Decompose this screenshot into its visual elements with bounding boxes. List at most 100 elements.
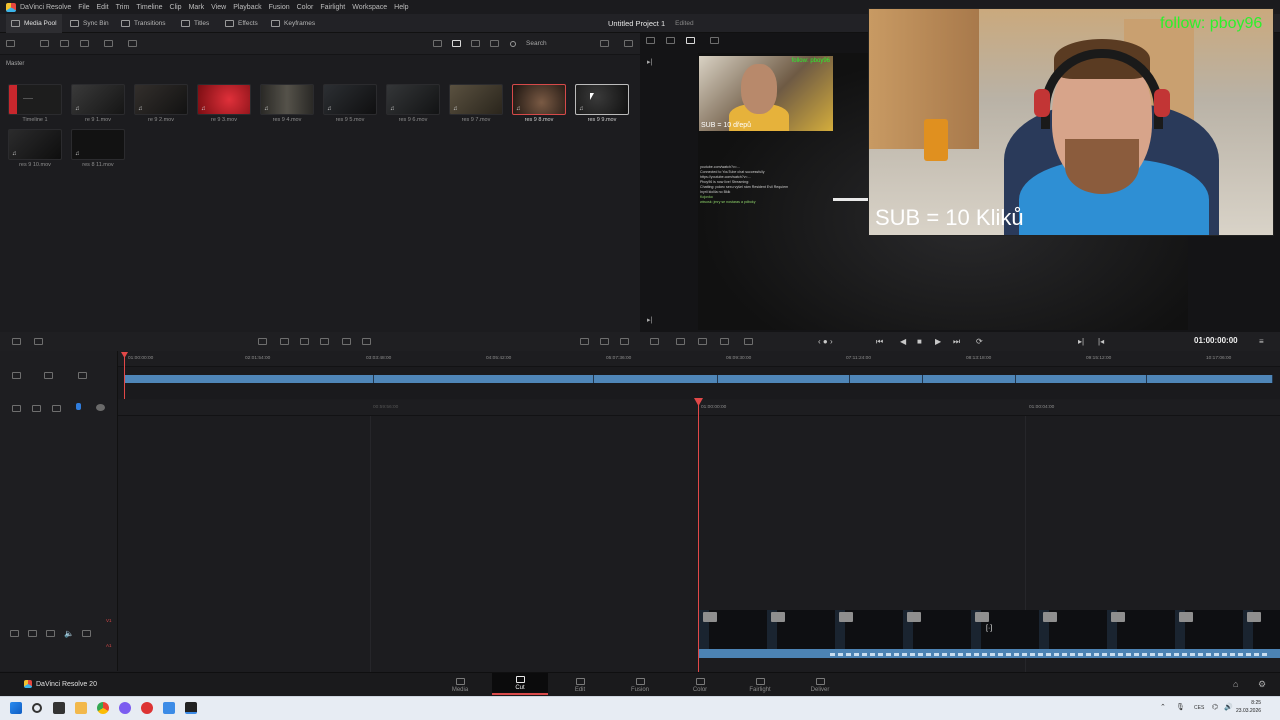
menu-fusion[interactable]: Fusion: [269, 4, 290, 11]
sort-icon[interactable]: [600, 40, 609, 47]
out-point-icon[interactable]: |◂: [1098, 337, 1104, 346]
keyframes-button[interactable]: Keyframes: [271, 14, 315, 33]
davinci-taskbar-icon[interactable]: [185, 702, 197, 714]
zoom-fit-icon[interactable]: [32, 405, 41, 412]
page-deliver[interactable]: Deliver: [792, 673, 848, 695]
obs-icon[interactable]: [119, 702, 131, 714]
menu-color[interactable]: Color: [297, 4, 314, 11]
safe-area-icon[interactable]: [646, 37, 655, 44]
strip-view-icon[interactable]: [433, 40, 442, 47]
menu-edit[interactable]: Edit: [97, 4, 109, 11]
marker-icon[interactable]: [580, 338, 589, 345]
dynamic-zoom-icon[interactable]: [698, 338, 707, 345]
clip-res-8-11[interactable]: ♫ res 8 11.mov: [71, 129, 125, 168]
blue-marker-icon[interactable]: [76, 403, 81, 410]
viewer-mode-icon[interactable]: [710, 37, 719, 44]
clip-res-9-8[interactable]: ♫ res 9 8.mov: [512, 84, 566, 123]
bin-name[interactable]: Master: [6, 61, 24, 67]
network-icon[interactable]: ⌬: [1212, 703, 1218, 711]
clip-res-9-7[interactable]: ♫ res 9 7.mov: [449, 84, 503, 123]
task-view-icon[interactable]: [53, 702, 65, 714]
search-field[interactable]: Search: [510, 37, 594, 50]
app-icon-2[interactable]: [163, 702, 175, 714]
blade-tool-icon[interactable]: [34, 338, 43, 345]
menu-mark[interactable]: Mark: [189, 4, 205, 11]
page-edit[interactable]: Edit: [552, 673, 608, 695]
windows-start-icon[interactable]: [10, 702, 22, 714]
transitions-button[interactable]: Transitions: [121, 14, 166, 33]
timeline-clip[interactable]: [1147, 375, 1273, 383]
flag-icon[interactable]: [620, 338, 629, 345]
clip-timeline-1[interactable]: —— Timeline 1: [8, 84, 62, 123]
menu-app[interactable]: DaVinci Resolve: [20, 4, 71, 11]
append-icon[interactable]: [280, 338, 289, 345]
menu-workspace[interactable]: Workspace: [352, 4, 387, 11]
settings-gear-icon[interactable]: ⚙: [1258, 679, 1266, 690]
loop-icon[interactable]: ⟳: [976, 337, 983, 346]
menu-file[interactable]: File: [78, 4, 89, 11]
page-cut[interactable]: Cut: [492, 673, 548, 695]
clip-res-9-5[interactable]: ♫ res 9 5.mov: [323, 84, 377, 123]
timeline-clip[interactable]: [594, 375, 718, 383]
thumbnail-view-icon[interactable]: [452, 40, 461, 47]
ripple-overwrite-icon[interactable]: [300, 338, 309, 345]
source-tape-icon[interactable]: [666, 37, 675, 44]
clip-re-9-2[interactable]: ♫ re 9 2.mov: [134, 84, 188, 123]
track-monitor-icon[interactable]: [82, 630, 91, 637]
timeline-clip[interactable]: [1016, 375, 1147, 383]
track-lock-icon[interactable]: [12, 372, 21, 379]
effects-button[interactable]: Effects: [225, 14, 258, 33]
track-lock2-icon[interactable]: [28, 630, 37, 637]
page-fusion[interactable]: Fusion: [612, 673, 668, 695]
system-clock[interactable]: 8:25 23.03.2026: [1236, 699, 1261, 715]
menu-trim[interactable]: Trim: [116, 4, 130, 11]
link-icon[interactable]: [128, 40, 137, 47]
zoom-toggle-icon[interactable]: [96, 404, 105, 411]
collapse-down-icon[interactable]: ▸|: [647, 316, 652, 324]
track-view-icon[interactable]: [78, 372, 87, 379]
jog-control-icon[interactable]: ‹ ● ›: [818, 337, 833, 346]
titles-button[interactable]: Titles: [181, 14, 209, 33]
menu-playback[interactable]: Playback: [233, 4, 261, 11]
track-destination-icon[interactable]: [10, 630, 19, 637]
home-icon[interactable]: ⌂: [1233, 679, 1238, 689]
timeline-clip[interactable]: [374, 375, 594, 383]
timeline-clip[interactable]: [124, 375, 374, 383]
app-icon[interactable]: [141, 702, 153, 714]
viewer-menu-icon[interactable]: ≡: [1259, 337, 1264, 346]
sync-bin-button[interactable]: Sync Bin: [70, 14, 109, 33]
new-bin-icon[interactable]: [60, 40, 69, 47]
lower-playhead[interactable]: [698, 400, 699, 672]
smart-insert-icon[interactable]: [258, 338, 267, 345]
source-overwrite-icon[interactable]: [362, 338, 371, 345]
stop-icon[interactable]: ■: [917, 337, 922, 346]
clip-handle-icon[interactable]: [·]: [986, 625, 992, 632]
skip-end-icon[interactable]: ⏭: [953, 337, 960, 347]
zoom-out-icon[interactable]: [12, 405, 21, 412]
clip-res-9-6[interactable]: ♫ res 9 6.mov: [386, 84, 440, 123]
snap-icon[interactable]: [600, 338, 609, 345]
upper-playhead[interactable]: [124, 353, 125, 399]
speaker-icon[interactable]: 🔈: [64, 629, 74, 638]
microphone-icon[interactable]: 🎙: [1176, 703, 1185, 711]
filmstrip-view-icon[interactable]: [471, 40, 480, 47]
audio-tools-icon[interactable]: [676, 338, 685, 345]
skip-start-icon[interactable]: ⏮: [876, 337, 883, 347]
reverse-icon[interactable]: ◀: [900, 337, 906, 346]
search-icon[interactable]: [32, 703, 42, 713]
play-icon[interactable]: ▶: [935, 337, 941, 346]
menu-clip[interactable]: Clip: [170, 4, 182, 11]
smart-bin-icon[interactable]: [80, 40, 89, 47]
timeline-clip[interactable]: [850, 375, 923, 383]
timeline-view-icon[interactable]: [686, 37, 695, 44]
auto-track-icon[interactable]: [46, 630, 55, 637]
menu-help[interactable]: Help: [394, 4, 408, 11]
list-view-icon[interactable]: [490, 40, 499, 47]
page-media[interactable]: Media: [432, 673, 488, 695]
collapse-left-icon[interactable]: ▸|: [647, 58, 652, 66]
in-point-icon[interactable]: ▸|: [1078, 337, 1084, 346]
transform-icon[interactable]: [720, 338, 729, 345]
chrome-icon[interactable]: [97, 702, 109, 714]
timeline-clip[interactable]: [923, 375, 1016, 383]
tray-chevron-icon[interactable]: ⌃: [1160, 703, 1166, 711]
